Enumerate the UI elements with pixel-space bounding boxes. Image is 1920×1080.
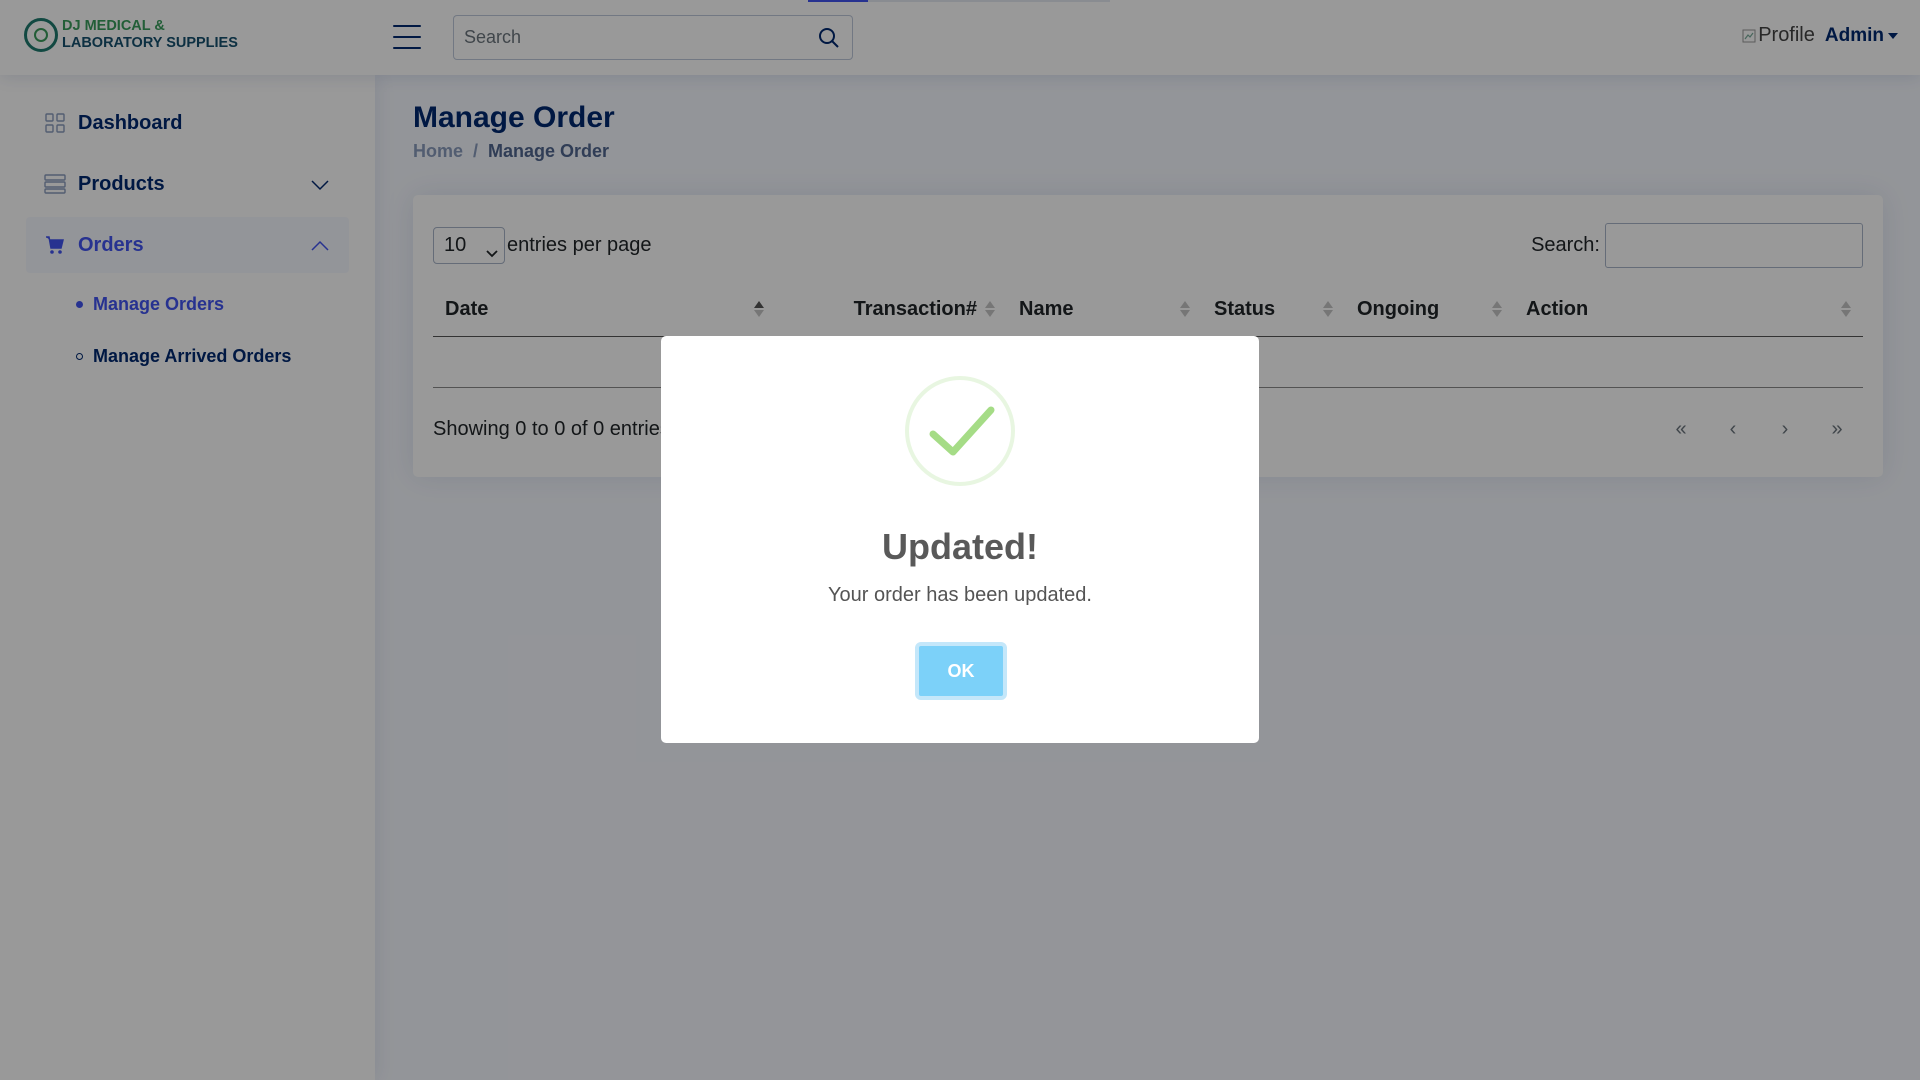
success-check-icon (905, 376, 1015, 486)
dialog-title: Updated! (882, 526, 1038, 567)
dialog-message: Your order has been updated. (828, 584, 1092, 606)
success-dialog: Updated! Your order has been updated. OK (661, 336, 1259, 743)
ok-button[interactable]: OK (915, 642, 1007, 700)
